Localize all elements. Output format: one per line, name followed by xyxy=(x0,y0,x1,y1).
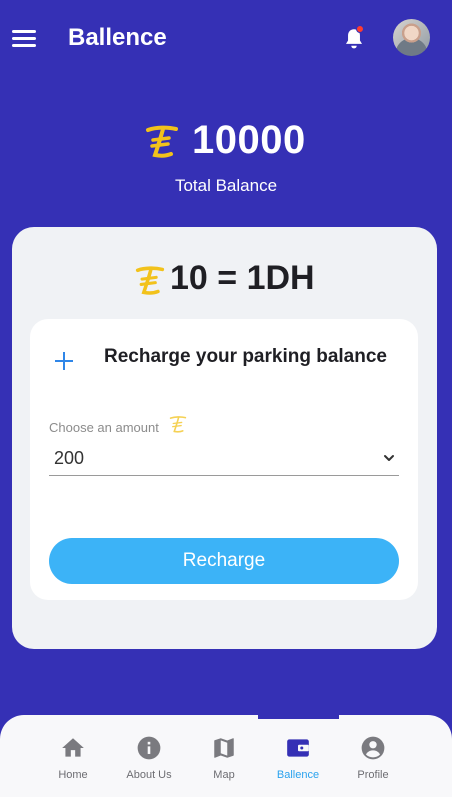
home-icon xyxy=(62,738,84,757)
nav-item-profile[interactable]: Profile xyxy=(337,735,409,791)
hamburger-menu-icon[interactable] xyxy=(12,28,36,48)
amount-value: 200 xyxy=(54,448,85,468)
chevron-down-icon[interactable] xyxy=(383,452,395,464)
nav-item-ballence[interactable]: Ballence xyxy=(262,735,334,791)
nav-item-map[interactable]: Map xyxy=(188,735,260,791)
profile-icon xyxy=(361,736,385,760)
wallet-icon xyxy=(287,739,309,757)
notification-dot xyxy=(356,25,364,33)
exchange-rate-text: 10 = 1DH xyxy=(170,259,315,297)
recharge-panel: 10 = 1DH Recharge your parking balance C… xyxy=(12,227,437,649)
total-balance: 10000 xyxy=(0,112,452,168)
recharge-title: Recharge your parking balance xyxy=(104,346,387,367)
balance-amount: 10000 xyxy=(192,118,306,162)
recharge-card: Recharge your parking balance Choose an … xyxy=(30,319,418,600)
app-bar: Ballence xyxy=(0,0,452,78)
plus-icon[interactable] xyxy=(52,349,76,373)
coin-currency-icon xyxy=(135,266,165,295)
amount-select[interactable]: 200 xyxy=(49,443,399,476)
coin-currency-icon xyxy=(169,416,187,433)
nav-item-home[interactable]: Home xyxy=(37,735,109,791)
amount-label: Choose an amount xyxy=(49,420,159,435)
user-avatar[interactable] xyxy=(393,19,430,56)
info-icon xyxy=(137,736,161,760)
page-title: Ballence xyxy=(68,24,167,51)
nav-label-home: Home xyxy=(58,769,88,781)
balance-caption: Total Balance xyxy=(174,176,278,195)
nav-item-about-us[interactable]: About Us xyxy=(113,735,185,791)
exchange-rate: 10 = 1DH xyxy=(12,257,437,301)
bottom-navigation: Home About Us Map Ballence Profile xyxy=(0,715,452,797)
map-icon xyxy=(214,738,234,758)
nav-label-about-us: About Us xyxy=(126,769,172,781)
nav-label-map: Map xyxy=(213,769,235,781)
coin-currency-icon xyxy=(146,125,178,158)
nav-label-profile: Profile xyxy=(357,769,389,781)
nav-label-ballence: Ballence xyxy=(276,769,320,781)
recharge-button[interactable]: Recharge xyxy=(49,538,399,584)
active-tab-indicator xyxy=(258,715,339,719)
